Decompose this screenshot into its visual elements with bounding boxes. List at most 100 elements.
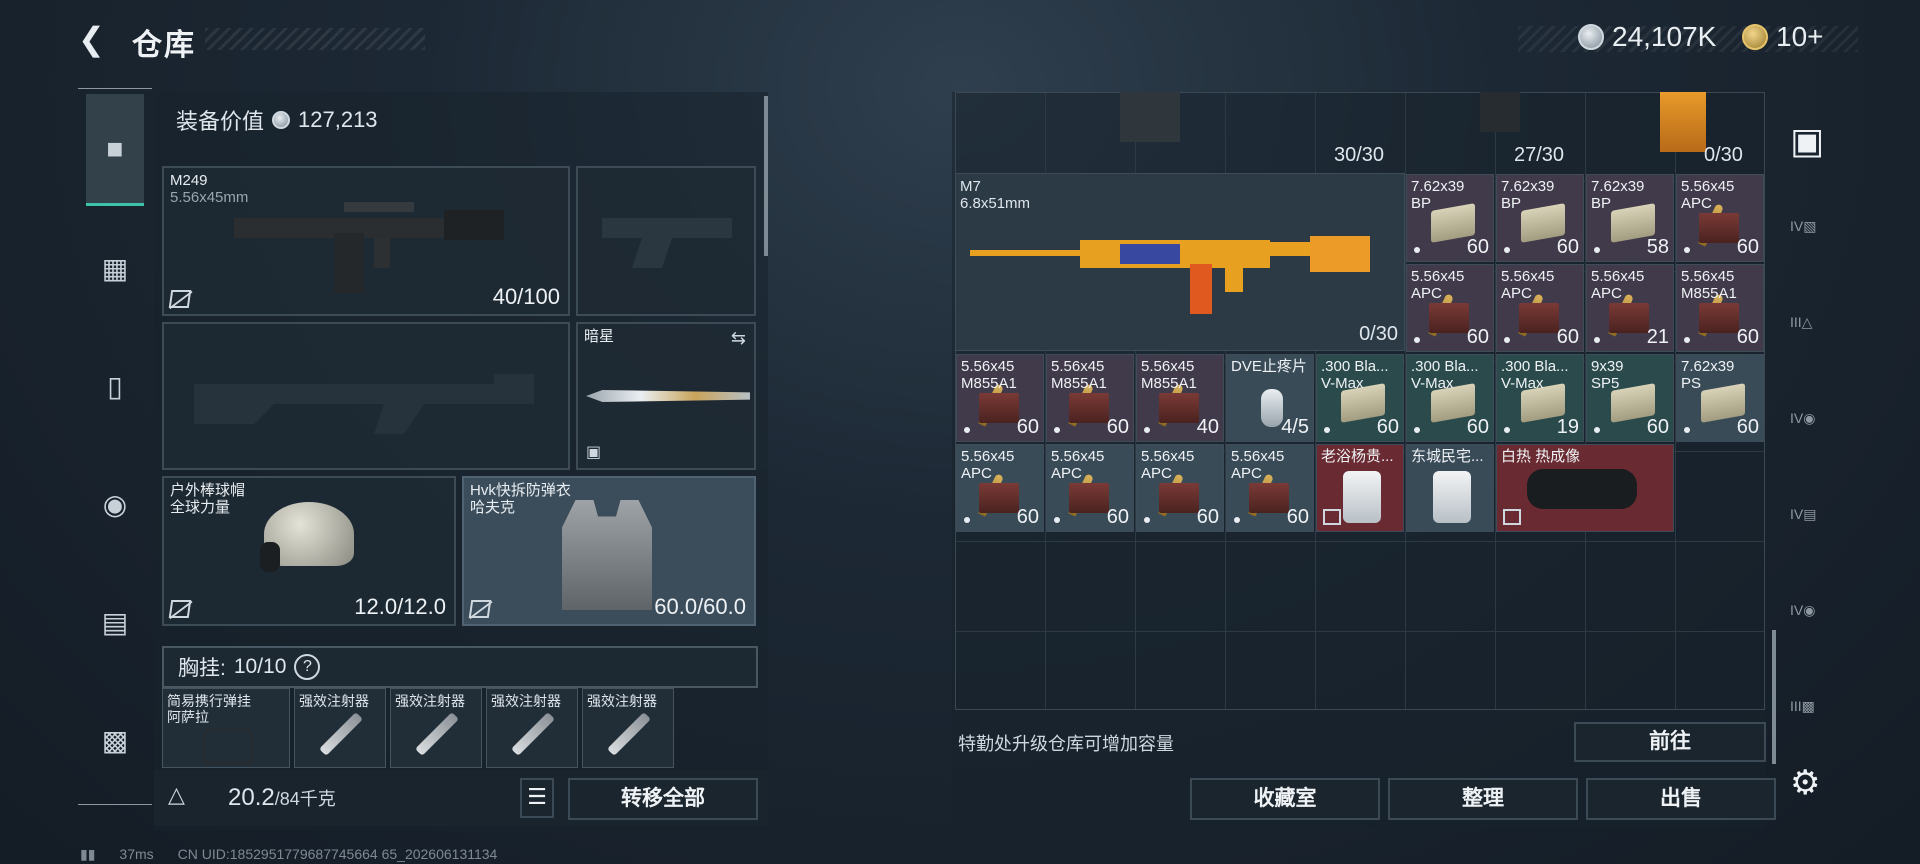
item-variant: BP [1591, 195, 1612, 212]
primary-weapon-slot[interactable]: M249 5.56x45mm 40/100 [162, 166, 570, 316]
stack-dot-icon [1594, 337, 1600, 343]
helmet-name: 户外棒球帽 [170, 482, 246, 499]
swap-icon[interactable]: ⇆ [731, 328, 746, 349]
weight-value: 20.2 [228, 784, 275, 811]
list-view-icon[interactable]: ☰ [520, 778, 554, 818]
stash-item[interactable]: 5.56x45 APC 60 [1496, 264, 1584, 352]
stash-item[interactable]: 5.56x45 M855A1 60 [1676, 264, 1764, 352]
stack-dot-icon [1414, 427, 1420, 433]
item-variant: V-Max [1501, 375, 1544, 392]
stash-item[interactable]: 7.62x39 BP 58 [1586, 174, 1674, 262]
stash-item[interactable]: 5.56x45 APC 60 [1226, 444, 1314, 532]
helmet-slot[interactable]: 户外棒球帽 全球力量 12.0/12.0 [162, 476, 456, 626]
stash-item[interactable]: 5.56x45 APC 21 [1586, 264, 1674, 352]
pill-bottle-image [1261, 389, 1283, 427]
coin-icon [272, 111, 291, 129]
stash-item[interactable]: 5.56x45 APC 60 [1136, 444, 1224, 532]
storage-tier-4d-icon[interactable]: IV◉ [1790, 602, 1828, 640]
chest-rig-slot[interactable]: 简易携行弹挂 阿萨拉 [162, 688, 290, 768]
tab-toolbox[interactable]: ▩ [86, 712, 144, 768]
stash-item[interactable]: DVE止疼片 4/5 [1226, 354, 1314, 442]
stash-item[interactable]: 5.56x45 APC 60 [1676, 174, 1764, 262]
stash-item[interactable]: 老浴杨贵... [1316, 444, 1404, 532]
no-discard-icon [1503, 509, 1521, 525]
gold-coin-icon [1742, 24, 1768, 50]
item-name: 7.62x39 [1591, 178, 1645, 195]
pistol-silhouette [602, 218, 732, 268]
medkit-icon: ▤ [101, 606, 129, 638]
syringe-image [415, 712, 459, 756]
stash-item[interactable]: .300 Bla... V-Max 60 [1406, 354, 1494, 442]
ammo-crate-image [1249, 483, 1289, 513]
item-quantity: 40 [1196, 416, 1219, 438]
item-bag-image [1343, 471, 1381, 523]
stash-item[interactable]: 7.62x39 BP 60 [1496, 174, 1584, 262]
tab-armor[interactable]: ▦ [86, 240, 144, 296]
tab-bag[interactable]: ◉ [86, 476, 144, 532]
warehouse-home-icon[interactable]: ▣ [1790, 122, 1828, 160]
item-quantity: 60 [1196, 506, 1219, 528]
stack-dot-icon [1414, 247, 1420, 253]
secondary-weapon-slot-empty[interactable] [162, 322, 570, 470]
stash-item[interactable]: 东城民宅... [1406, 444, 1494, 532]
m7-rifle-item[interactable]: M7 6.8x51mm 0/30 [955, 173, 1405, 351]
stash-item[interactable]: 9x39 SP5 60 [1586, 354, 1674, 442]
tab-medical[interactable]: ▤ [86, 594, 144, 650]
item-variant: APC [961, 465, 992, 482]
armor-slot[interactable]: Hvk快拆防弹衣 哈夫克 60.0/60.0 [462, 476, 756, 626]
item-name: 7.62x39 [1501, 178, 1555, 195]
stash-item[interactable]: 7.62x39 PS 60 [1676, 354, 1764, 442]
injector-slot[interactable]: 强效注射器 [582, 688, 674, 768]
injector-slot[interactable]: 强效注射器 [390, 688, 482, 768]
stash-item[interactable]: 5.56x45 M855A1 40 [1136, 354, 1224, 442]
stash-item[interactable]: 5.56x45 APC 60 [1046, 444, 1134, 532]
transfer-all-button[interactable]: 转移全部 [568, 778, 758, 820]
storage-tier-4c-icon[interactable]: IV▤ [1790, 506, 1828, 544]
storage-tier-4-icon[interactable]: IV▧ [1790, 218, 1828, 256]
tab-weapons[interactable]: ■ [86, 94, 144, 206]
item-quantity: 19 [1556, 416, 1579, 438]
item-variant: APC [1501, 285, 1532, 302]
stash-item[interactable]: 5.56x45 M855A1 60 [1046, 354, 1134, 442]
pistol-icon: ■ [106, 132, 124, 164]
stash-item[interactable]: 5.56x45 APC 60 [956, 444, 1044, 532]
headset-image [260, 542, 280, 572]
injector-slot[interactable]: 强效注射器 [486, 688, 578, 768]
stash-item[interactable]: .300 Bla... V-Max 19 [1496, 354, 1584, 442]
equipment-scrollbar[interactable] [764, 96, 768, 256]
rifle-silhouette [194, 374, 534, 434]
help-icon[interactable]: ? [294, 654, 321, 680]
injector-slot[interactable]: 强效注射器 [294, 688, 386, 768]
tab-backpack[interactable]: ▯ [86, 358, 144, 414]
storage-tier-3-icon[interactable]: III△ [1790, 314, 1828, 352]
chest-rig-header: 胸挂: 10/10 ? [162, 646, 758, 688]
stash-item[interactable]: 白热 热成像 [1496, 444, 1674, 532]
storage-tier-4b-icon[interactable]: IV◉ [1790, 410, 1828, 448]
stack-dot-icon [1054, 427, 1060, 433]
item-name: 白热 热成像 [1501, 448, 1581, 465]
weight-icon: △ [168, 782, 185, 807]
stash-item[interactable]: .300 Bla... V-Max 60 [1316, 354, 1404, 442]
back-arrow-icon[interactable]: ❮ [78, 22, 112, 56]
ammo-crate-image [979, 483, 1019, 513]
m7-ammo-count: 0/30 [1359, 323, 1398, 345]
item-name: 5.56x45 [1051, 358, 1105, 375]
stack-dot-icon [1324, 427, 1330, 433]
stack-dot-icon [1504, 427, 1510, 433]
stash-item[interactable]: 7.62x39 BP 60 [1406, 174, 1494, 262]
sort-button[interactable]: 整理 [1388, 778, 1578, 820]
gear-icon[interactable]: ⚙ [1790, 764, 1828, 802]
goto-button[interactable]: 前往 [1574, 722, 1766, 762]
item-variant: APC [1411, 285, 1442, 302]
stash-item[interactable]: 5.56x45 M855A1 60 [956, 354, 1044, 442]
stack-dot-icon [1684, 337, 1690, 343]
stash-item[interactable]: 5.56x45 APC 60 [1406, 264, 1494, 352]
pistol-slot-empty[interactable] [576, 166, 756, 316]
backpack-icon: ▯ [107, 370, 123, 402]
syringe-image [319, 712, 363, 756]
item-quantity: 60 [1376, 416, 1399, 438]
melee-slot[interactable]: 暗星 ⇆ ▣ [576, 322, 756, 470]
sell-button[interactable]: 出售 [1586, 778, 1776, 820]
storage-tier-3b-icon[interactable]: III▩ [1790, 698, 1828, 736]
collection-room-button[interactable]: 收藏室 [1190, 778, 1380, 820]
